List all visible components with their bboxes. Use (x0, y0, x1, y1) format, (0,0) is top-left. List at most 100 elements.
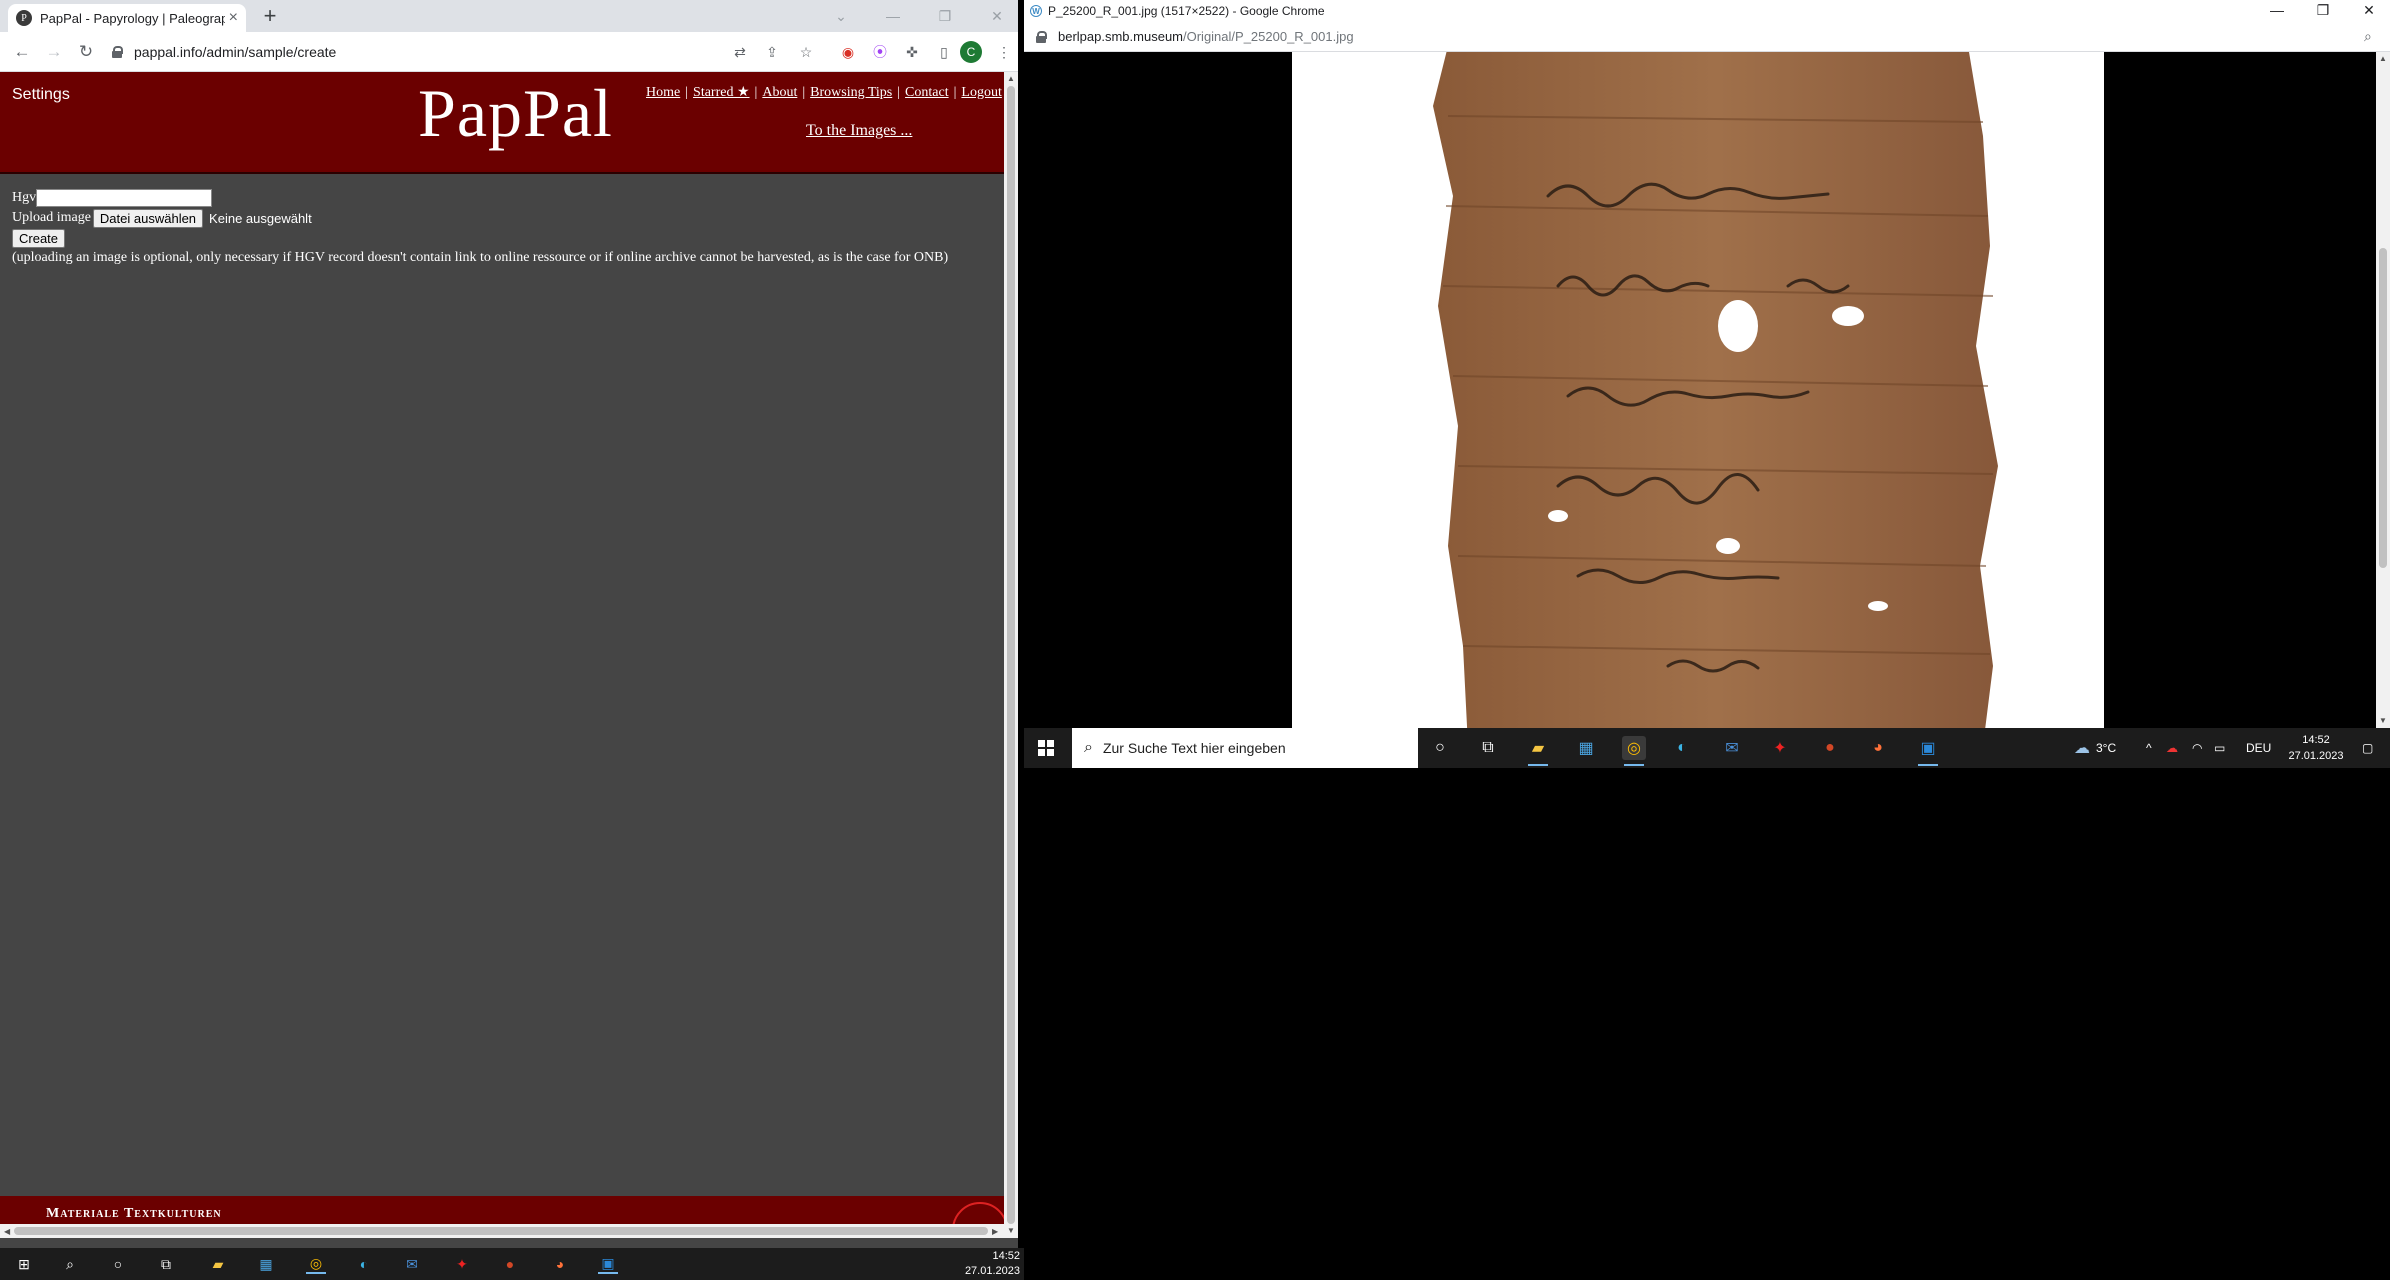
profile-avatar[interactable]: C (960, 41, 982, 63)
task-view-icon[interactable]: ⧉ (1476, 736, 1500, 760)
scroll-right-icon[interactable]: ▶ (992, 1227, 998, 1236)
store-icon[interactable]: ▦ (256, 1254, 276, 1274)
file-explorer-icon[interactable]: ▰ (1526, 736, 1550, 766)
scrollbar-thumb[interactable] (2379, 248, 2387, 568)
new-tab-button[interactable]: + (258, 3, 282, 28)
notification-icon[interactable]: ▢ (2362, 728, 2373, 768)
mail-icon[interactable]: ✉ (402, 1254, 422, 1274)
onedrive-icon[interactable]: ☁ (2166, 728, 2178, 768)
right-browser-window: W P_25200_R_001.jpg (1517×2522) - Google… (1024, 0, 2390, 768)
top-navigation: Home | Starred ★ | About | Browsing Tips | Conta… (646, 84, 1002, 101)
task-view-icon[interactable]: ⧉ (156, 1254, 176, 1274)
powerpoint-icon[interactable]: ● (500, 1254, 520, 1274)
forward-icon[interactable]: → (42, 40, 66, 64)
extension-purple-icon[interactable]: ⦿ (870, 42, 890, 62)
file-explorer-icon[interactable]: ▰ (208, 1254, 228, 1274)
hgv-row: Hgv (12, 188, 948, 208)
chrome-icon[interactable]: ◎ (1622, 736, 1646, 766)
firefox-icon[interactable]: ◕ (1866, 736, 1890, 760)
edge-icon[interactable]: ◐ (354, 1254, 374, 1274)
nav-browsing-tips[interactable]: Browsing Tips (810, 85, 892, 100)
scrollbar-thumb[interactable] (1007, 86, 1015, 1224)
scroll-up-icon[interactable]: ▲ (2379, 54, 2387, 63)
address-bar[interactable]: pappal.info/admin/sample/create (112, 37, 712, 67)
vertical-scrollbar[interactable]: ▲ ▼ (1004, 72, 1018, 1238)
firefox-icon[interactable]: ◕ (550, 1254, 570, 1274)
hgv-input[interactable] (36, 189, 213, 207)
taskbar-search-box[interactable]: ⌕ Zur Suche Text hier eingeben (1072, 728, 1418, 768)
scroll-down-icon[interactable]: ▼ (2379, 716, 2387, 725)
horizontal-scrollbar[interactable]: ◀ ▶ (0, 1224, 1004, 1238)
wifi-icon[interactable]: ◠ (2192, 728, 2202, 768)
tab-pappal[interactable]: P PapPal - Papyrology | Paleograph × (8, 4, 246, 32)
right-vertical-scrollbar[interactable]: ▲ ▼ (2376, 52, 2390, 728)
url-path: /Original/P_25200_R_001.jpg (1183, 29, 1354, 44)
papyrus-image-frame[interactable] (1292, 52, 2104, 728)
taskbar-search-placeholder: Zur Suche Text hier eingeben (1102, 740, 1286, 756)
scroll-left-icon[interactable]: ◀ (4, 1227, 10, 1236)
reload-icon[interactable]: ↻ (74, 40, 98, 64)
clock-time: 14:52 (2302, 734, 2330, 746)
translate-icon[interactable]: ⇄ (730, 42, 750, 62)
windows-start-icon[interactable]: ⊞ (14, 1254, 34, 1274)
zoom-icon[interactable]: ⌕ (2364, 28, 2372, 45)
nav-about[interactable]: About (762, 85, 797, 100)
chrome-icon[interactable]: ◎ (306, 1254, 326, 1274)
cortana-icon[interactable]: ○ (1428, 736, 1452, 760)
language-indicator[interactable]: DEU (2246, 728, 2271, 768)
create-button[interactable]: Create (12, 228, 66, 248)
left-taskbar-clock[interactable]: 14:52 27.01.2023 (960, 1248, 1020, 1280)
no-file-selected-text: Keine ausgewählt (209, 210, 312, 226)
pappal-logo: PapPal (418, 75, 613, 151)
right-taskbar-clock[interactable]: 14:52 27.01.2023 (2286, 732, 2346, 764)
nav-home[interactable]: Home (646, 85, 680, 100)
tab-search-icon[interactable]: ⌄ (824, 0, 858, 32)
create-sample-form: Hgv Upload image Datei auswählen Keine a… (12, 188, 948, 268)
side-panel-icon[interactable]: ▯ (934, 42, 954, 62)
lock-icon (112, 46, 123, 58)
clock-time: 14:52 (992, 1250, 1020, 1262)
right-address-bar[interactable]: berlpap.smb.museum/Original/P_25200_R_00… (1024, 22, 2390, 52)
close-window-icon[interactable]: ✕ (980, 0, 1014, 32)
powerpoint-icon[interactable]: ● (1818, 736, 1842, 760)
nav-starred[interactable]: Starred ★ (693, 85, 749, 100)
to-images-link[interactable]: To the Images ... (806, 122, 912, 140)
extension-red-icon[interactable]: ◉ (838, 42, 858, 62)
edge-icon[interactable]: ◐ (1670, 736, 1694, 760)
image-viewer (1024, 52, 2376, 728)
mail-icon[interactable]: ✉ (1720, 736, 1744, 760)
scroll-up-icon[interactable]: ▲ (1007, 74, 1015, 83)
weather-widget[interactable]: ☁ 3°C (2074, 728, 2116, 768)
pappal-favicon-icon: P (16, 10, 32, 26)
store-icon[interactable]: ▦ (1574, 736, 1598, 760)
scrollbar-thumb[interactable] (14, 1227, 988, 1235)
share-icon[interactable]: ⇪ (762, 42, 782, 62)
settings-link[interactable]: Settings (12, 86, 70, 104)
windows-start-icon[interactable] (1038, 740, 1054, 756)
restore-icon[interactable]: ❐ (928, 0, 962, 32)
minimize-icon[interactable]: — (876, 0, 910, 32)
nav-logout[interactable]: Logout (961, 85, 1001, 100)
nav-contact[interactable]: Contact (905, 85, 949, 100)
back-icon[interactable]: ← (10, 40, 34, 64)
photos-icon[interactable]: ▣ (598, 1254, 618, 1274)
acrobat-icon[interactable]: ✦ (452, 1254, 472, 1274)
cloud-icon: ☁ (2074, 740, 2090, 757)
tray-chevron-icon[interactable]: ^ (2146, 728, 2152, 768)
address-bar-url: pappal.info/admin/sample/create (134, 44, 337, 60)
choose-file-button[interactable]: Datei auswählen (92, 208, 204, 228)
battery-icon[interactable]: ▭ (2214, 728, 2225, 768)
clock-date: 27.01.2023 (964, 1265, 1020, 1277)
tab-close-icon[interactable]: × (229, 9, 238, 27)
photos-icon[interactable]: ▣ (1916, 736, 1940, 766)
bookmark-star-icon[interactable]: ☆ (796, 42, 816, 62)
tab-strip: P PapPal - Papyrology | Paleograph × + ⌄… (0, 0, 1018, 32)
scroll-down-icon[interactable]: ▼ (1007, 1226, 1015, 1235)
menu-kebab-icon[interactable]: ⋮ (994, 42, 1014, 62)
acrobat-icon[interactable]: ✦ (1768, 736, 1792, 760)
extensions-puzzle-icon[interactable]: ✜ (902, 42, 922, 62)
search-icon[interactable]: ⌕ (60, 1254, 80, 1274)
nav-separator: | (802, 85, 806, 100)
papyrus-image (1433, 52, 1998, 728)
cortana-icon[interactable]: ○ (108, 1254, 128, 1274)
